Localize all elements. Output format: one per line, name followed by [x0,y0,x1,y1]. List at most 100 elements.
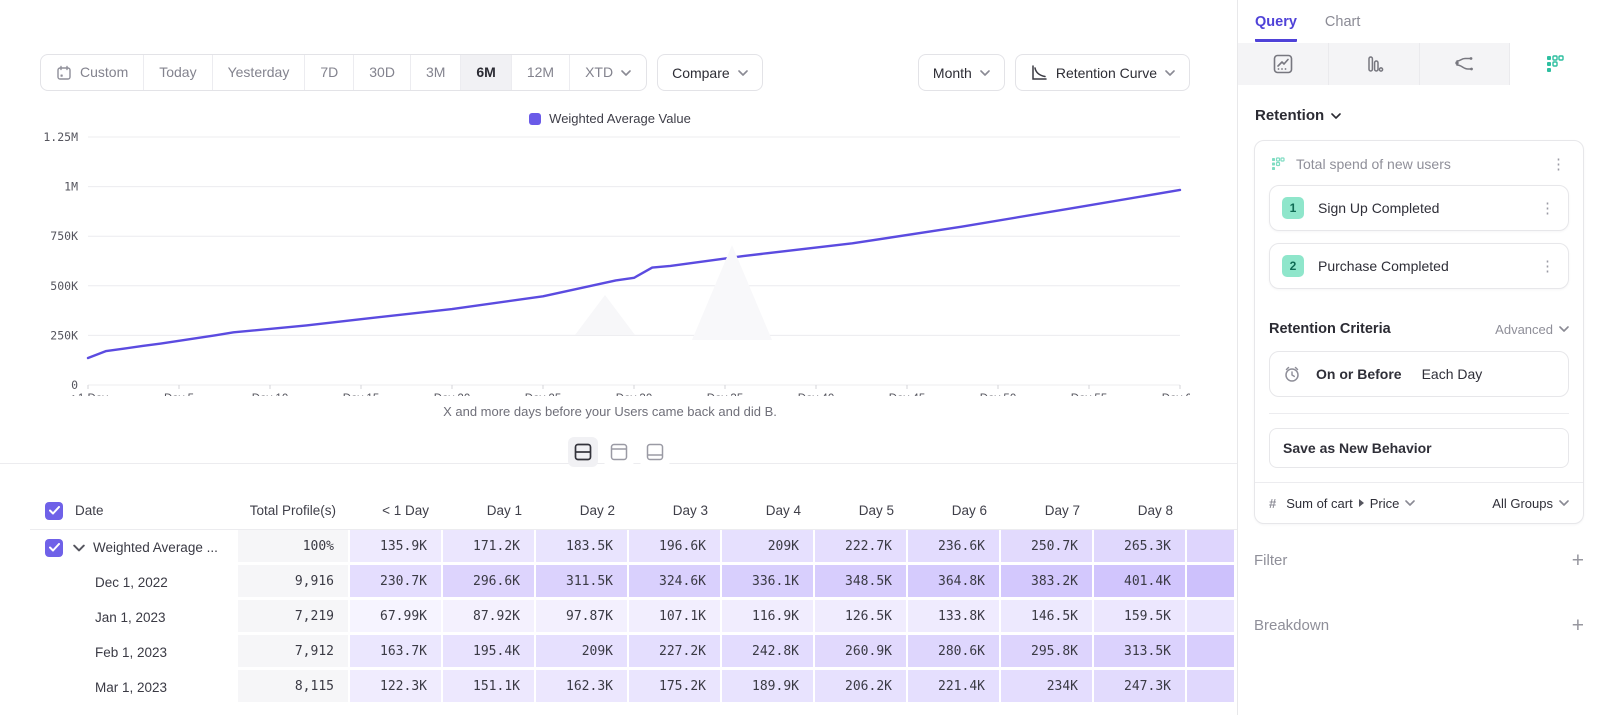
expand-chevron-icon[interactable] [73,544,85,552]
retention-value-cell: 401.4K [1094,565,1187,600]
x-axis-tick-label: Day 50 [980,393,1016,396]
retention-section-header[interactable]: Retention [1255,107,1584,124]
retention-value-cell: 159.5K [1094,600,1187,635]
chevron-down-icon [1559,326,1569,332]
behavior-step-1[interactable]: 1Sign Up Completed⋮ [1269,185,1569,231]
report-type-funnels-tab[interactable] [1329,43,1420,85]
row-label: Jan 1, 2023 [30,610,166,625]
date-range-today[interactable]: Today [143,55,211,90]
groups-label: All Groups [1492,496,1553,511]
tab-chart[interactable]: Chart [1325,14,1360,42]
date-range-30d[interactable]: 30D [353,55,410,90]
x-axis-tick-label: Day 15 [343,393,379,396]
date-range-custom[interactable]: Custom [41,55,143,90]
column-header-date: Date [75,503,104,518]
step-kebab-menu[interactable]: ⋮ [1537,201,1558,216]
retention-line-chart[interactable]: 1.25M1M750K500K250K0< 1 DayDay 5Day 10Da… [30,124,1190,396]
date-range-yesterday[interactable]: Yesterday [212,55,305,90]
date-range-3m[interactable]: 3M [410,55,460,90]
overflow-value-cell [1187,600,1236,635]
row-label: Weighted Average ... [93,540,218,555]
date-range-7d[interactable]: 7D [304,55,353,90]
layout-split-view-button[interactable] [568,437,598,467]
table-row: Feb 1, 20237,912163.7K195.4K209K227.2K24… [30,635,1237,670]
alarm-clock-icon [1282,364,1302,384]
retention-value-cell: 162.3K [536,670,629,705]
behavior-step-2[interactable]: 2Purchase Completed⋮ [1269,243,1569,289]
funnels-bars-icon [1362,52,1386,76]
save-as-new-behavior-button[interactable]: Save as New Behavior [1269,428,1569,468]
row-label: Mar 1, 2023 [30,680,167,695]
retention-value-cell: 183.5K [536,530,629,565]
row-checkbox[interactable] [45,539,63,557]
behavior-name: Total spend of new users [1296,156,1539,172]
layout-chart-only-button[interactable] [604,437,634,467]
add-filter-button[interactable]: + [1572,550,1584,571]
tab-query[interactable]: Query [1255,14,1297,42]
add-breakdown-button[interactable]: + [1572,615,1584,636]
retention-value-cell: 313.5K [1094,635,1187,670]
toolbar: Custom Today Yesterday 7D30D 3M 6M 12M XTD Comp… [40,54,1190,91]
total-profiles-cell: 9,916 [238,565,350,600]
retention-value-cell: 87.92K [443,600,536,635]
chart-type-label: Retention Curve [1056,65,1157,81]
chevron-down-icon [1165,70,1175,76]
insights-line-chart-icon [1271,52,1295,76]
table-header-row: DateTotal Profile(s)< 1 DayDay 1Day 2Day… [30,492,1237,530]
y-axis-tick-label: 0 [71,378,78,392]
chart-view-icon [609,442,629,462]
criteria-card[interactable]: On or Before Each Day [1269,351,1569,397]
retention-value-cell: 196.6K [629,530,722,565]
retention-value-cell: 242.8K [722,635,815,670]
retention-value-cell: 171.2K [443,530,536,565]
granularity-label: Month [933,65,972,81]
retention-value-cell: 247.3K [1094,670,1187,705]
date-range-6m[interactable]: 6M [460,55,510,90]
date-range-12m[interactable]: 12M [511,55,569,90]
compare-button[interactable]: Compare [657,54,763,91]
report-type-flows-tab[interactable] [1420,43,1511,85]
chart-type-button[interactable]: Retention Curve [1015,54,1190,91]
behavior-card: Total spend of new users ⋮ 1Sign Up Comp… [1254,140,1584,524]
groups-dropdown[interactable]: All Groups [1492,496,1569,511]
criteria-mode-dropdown[interactable]: Advanced [1495,322,1569,337]
x-axis-tick-label: Day 35 [707,393,743,396]
criteria-interval[interactable]: Each Day [1422,366,1483,382]
property-dropdown[interactable]: Sum of cart Price [1286,496,1415,511]
retention-value-cell: 336.1K [722,565,815,600]
date-range-xtd[interactable]: XTD [569,55,646,90]
property-label: Price [1370,496,1400,511]
chevron-down-icon [1405,500,1415,506]
layout-table-only-button[interactable] [640,437,670,467]
date-range-label: 3M [426,55,445,90]
header-date: Date [30,492,238,529]
retention-value-cell: 175.2K [629,670,722,705]
report-type-insights-tab[interactable] [1238,43,1329,85]
retention-value-cell: 222.7K [815,530,908,565]
calendar-icon [56,65,72,81]
retention-table: DateTotal Profile(s)< 1 DayDay 1Day 2Day… [30,492,1237,705]
chevron-down-icon [738,70,748,76]
retention-value-cell: 67.99K [350,600,443,635]
table-row: Mar 1, 20238,115122.3K151.1K162.3K175.2K… [30,670,1237,705]
column-header-day-7: Day 7 [1001,492,1094,529]
date-range-label: 12M [527,55,554,90]
retention-value-cell: 146.5K [1001,600,1094,635]
report-type-retention-tab[interactable] [1510,43,1600,85]
report-main-panel: Custom Today Yesterday 7D30D 3M 6M 12M XTD Comp… [0,0,1237,715]
y-axis-tick-label: 250K [50,328,78,342]
date-range-label: Yesterday [228,55,290,90]
granularity-button[interactable]: Month [918,54,1005,91]
behavior-kebab-menu[interactable]: ⋮ [1548,157,1569,172]
date-range-label: Custom [80,55,128,90]
select-all-checkbox[interactable] [45,502,63,520]
step-kebab-menu[interactable]: ⋮ [1537,259,1558,274]
y-axis-tick-label: 1M [64,180,78,194]
x-axis-tick-label: Day 60 [1162,393,1190,396]
retention-value-cell: 280.6K [908,635,1001,670]
retention-value-cell: 260.9K [815,635,908,670]
measurement-property-row: # Sum of cart Price All Groups [1255,482,1583,523]
criteria-operator[interactable]: On or Before [1316,366,1402,382]
retention-value-cell: 133.8K [908,600,1001,635]
retention-value-cell: 122.3K [350,670,443,705]
